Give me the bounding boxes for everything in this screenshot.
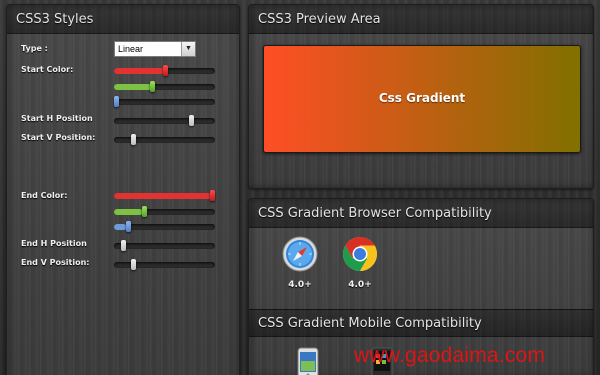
- end-green-slider[interactable]: [114, 206, 215, 217]
- start-blue-handle[interactable]: [114, 96, 119, 107]
- start-green-slider[interactable]: [114, 81, 215, 92]
- start-h-label: Start H Position: [21, 114, 93, 123]
- start-green-fill: [114, 84, 152, 90]
- start-color-label: Start Color:: [21, 65, 74, 74]
- watermark-text: www.gaodaima.com: [354, 344, 546, 367]
- start-green-handle[interactable]: [150, 81, 155, 92]
- mobile-compat-title: CSS Gradient Mobile Compatibility: [249, 309, 593, 337]
- end-red-handle[interactable]: [210, 190, 215, 201]
- chrome-icon: [343, 237, 377, 271]
- start-v-label: Start V Position:: [21, 133, 96, 142]
- start-h-handle[interactable]: [189, 115, 194, 126]
- safari-icon: [282, 236, 318, 272]
- end-v-label: End V Position:: [21, 258, 90, 267]
- end-h-label: End H Position: [21, 239, 87, 248]
- start-blue-slider[interactable]: [114, 96, 215, 107]
- start-v-handle[interactable]: [131, 134, 136, 145]
- css3-preview-panel: CSS3 Preview Area Css Gradient: [248, 4, 594, 189]
- start-red-handle[interactable]: [163, 65, 168, 76]
- css3-styles-panel: CSS3 Styles Type : Linear ▼ Start Color:…: [6, 4, 240, 375]
- end-blue-handle[interactable]: [126, 221, 131, 232]
- chevron-down-icon[interactable]: ▼: [181, 42, 195, 56]
- start-red-fill: [114, 68, 166, 74]
- end-blue-slider[interactable]: [114, 221, 215, 232]
- start-red-slider[interactable]: [114, 65, 215, 76]
- browser-compat-title: CSS Gradient Browser Compatibility: [249, 199, 593, 228]
- iphone-icon: [297, 347, 319, 375]
- end-v-handle[interactable]: [131, 259, 136, 270]
- gradient-type-select[interactable]: Linear ▼: [114, 41, 196, 57]
- preview-panel-title: CSS3 Preview Area: [249, 5, 593, 34]
- gradient-type-value: Linear: [118, 44, 144, 54]
- end-red-slider[interactable]: [114, 190, 215, 201]
- end-color-label: End Color:: [21, 191, 68, 200]
- end-red-fill: [114, 193, 215, 199]
- type-label: Type :: [21, 44, 48, 53]
- safari-version: 4.0+: [288, 280, 312, 290]
- end-h-slider[interactable]: [114, 240, 215, 251]
- gradient-preview-box: Css Gradient: [263, 45, 581, 153]
- end-v-slider[interactable]: [114, 259, 215, 270]
- start-v-slider[interactable]: [114, 134, 215, 145]
- end-h-handle[interactable]: [121, 240, 126, 251]
- end-green-fill: [114, 209, 143, 215]
- end-green-handle[interactable]: [142, 206, 147, 217]
- styles-panel-title: CSS3 Styles: [7, 5, 239, 34]
- start-h-slider[interactable]: [114, 115, 215, 126]
- preview-text: Css Gradient: [378, 91, 466, 105]
- chrome-version: 4.0+: [348, 280, 372, 290]
